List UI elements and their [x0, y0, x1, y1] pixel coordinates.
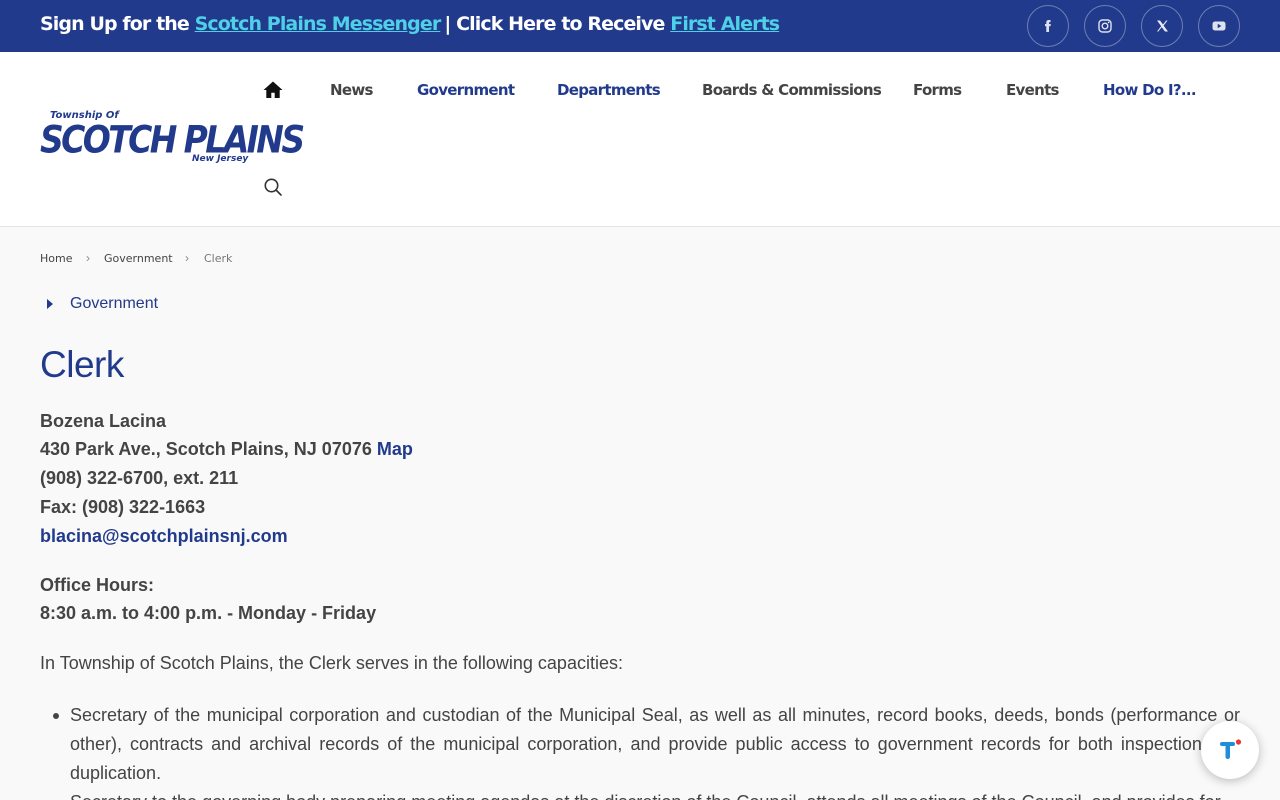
contact-address: 430 Park Ave., Scotch Plains, NJ 07076	[40, 439, 377, 459]
nav-government[interactable]: Government	[417, 81, 515, 99]
email-link[interactable]: blacina@scotchplainsnj.com	[40, 526, 288, 546]
instagram-button[interactable]	[1084, 5, 1126, 47]
nav-events[interactable]: Events	[1006, 81, 1059, 99]
nav-departments[interactable]: Departments	[557, 81, 661, 99]
receive-prefix: Click Here to Receive	[456, 13, 671, 35]
breadcrumb-government[interactable]: Government	[104, 252, 173, 265]
chat-widget-icon	[1220, 739, 1242, 759]
chevron-right-icon: ›	[185, 251, 189, 265]
capacities-list: Secretary of the municipal corporation a…	[40, 701, 1240, 800]
list-item: Secretary to the governing body preparin…	[40, 788, 1240, 800]
breadcrumb-current: Clerk	[204, 252, 233, 265]
x-button[interactable]	[1141, 5, 1183, 47]
nav-news[interactable]: News	[330, 81, 373, 99]
caret-right-icon[interactable]	[47, 299, 53, 309]
youtube-icon	[1212, 21, 1226, 31]
map-link[interactable]: Map	[377, 439, 413, 459]
contact-fax: Fax: (908) 322-1663	[40, 497, 206, 517]
site-header: Township Of SCOTCH PLAINS New Jersey New…	[0, 52, 1280, 227]
logo-line2: SCOTCH PLAINS	[40, 118, 305, 162]
instagram-icon	[1098, 19, 1112, 33]
alert-text: Sign Up for the Scotch Plains Messenger |…	[40, 13, 780, 35]
list-item: Secretary of the municipal corporation a…	[40, 701, 1240, 788]
contact-phone: (908) 322-6700, ext. 211	[40, 468, 239, 488]
chat-widget-button[interactable]	[1201, 721, 1259, 779]
facebook-button[interactable]	[1027, 5, 1069, 47]
contact-email-line: blacina@scotchplainsnj.com	[40, 526, 288, 547]
signup-prefix: Sign Up for the	[40, 13, 195, 35]
nav-boards-commissions[interactable]: Boards & Commissions	[702, 81, 882, 99]
page-title: Clerk	[40, 344, 124, 385]
contact-address-line: 430 Park Ave., Scotch Plains, NJ 07076 M…	[40, 439, 413, 460]
alert-bar: Sign Up for the Scotch Plains Messenger |…	[0, 0, 1280, 52]
intro-paragraph: In Township of Scotch Plains, the Clerk …	[40, 653, 623, 673]
search-icon[interactable]	[263, 177, 283, 197]
messenger-link[interactable]: Scotch Plains Messenger	[195, 13, 442, 35]
logo-line3: New Jersey	[192, 154, 249, 164]
township-logo[interactable]: Township Of SCOTCH PLAINS New Jersey	[40, 110, 305, 170]
nav-how-do-i[interactable]: How Do I?...	[1103, 81, 1197, 99]
x-icon	[1157, 20, 1168, 32]
nav-forms[interactable]: Forms	[913, 81, 962, 99]
youtube-button[interactable]	[1198, 5, 1240, 47]
chevron-right-icon: ›	[86, 251, 90, 265]
home-icon[interactable]	[262, 79, 284, 101]
first-alerts-link[interactable]: First Alerts	[670, 13, 780, 35]
contact-name: Bozena Lacina	[40, 411, 167, 431]
facebook-icon	[1045, 20, 1051, 32]
office-hours-label: Office Hours:	[40, 575, 155, 595]
office-hours: 8:30 a.m. to 4:00 p.m. - Monday - Friday	[40, 603, 377, 623]
sidenav-government-link[interactable]: Government	[70, 295, 158, 313]
breadcrumb-home[interactable]: Home	[40, 252, 72, 265]
alert-separator: |	[444, 13, 457, 35]
